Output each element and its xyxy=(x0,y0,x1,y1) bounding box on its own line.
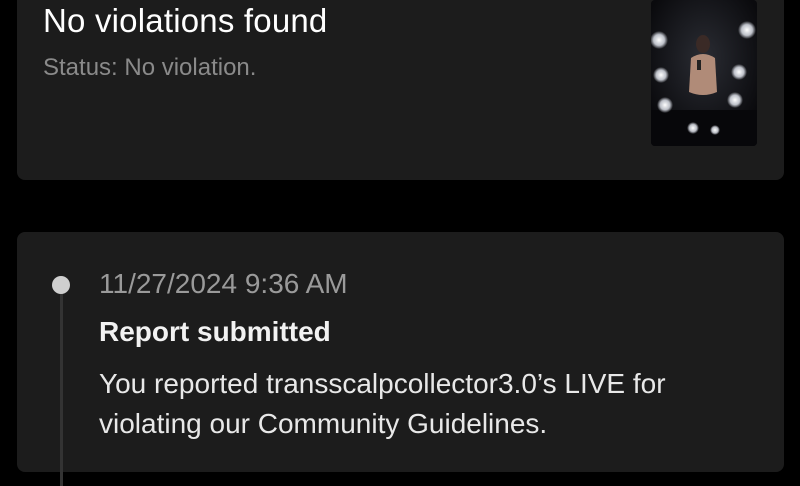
timeline-line xyxy=(60,286,63,486)
reported-video-thumbnail[interactable] xyxy=(651,0,757,146)
result-status: Status: No violation. xyxy=(43,54,257,81)
timeline-dot-icon xyxy=(52,276,70,294)
event-timestamp: 11/27/2024 9:36 AM xyxy=(99,268,348,299)
event-title: Report submitted xyxy=(99,316,331,347)
report-history-card: 11/27/2024 9:36 AM Report submitted You … xyxy=(17,232,784,486)
report-result-card: No violations found Status: No violation… xyxy=(17,0,784,180)
video-thumbnail-image xyxy=(651,0,757,146)
result-title: No violations found xyxy=(43,2,328,39)
event-description: You reported transscalpcollector3.0’s LI… xyxy=(99,368,666,439)
